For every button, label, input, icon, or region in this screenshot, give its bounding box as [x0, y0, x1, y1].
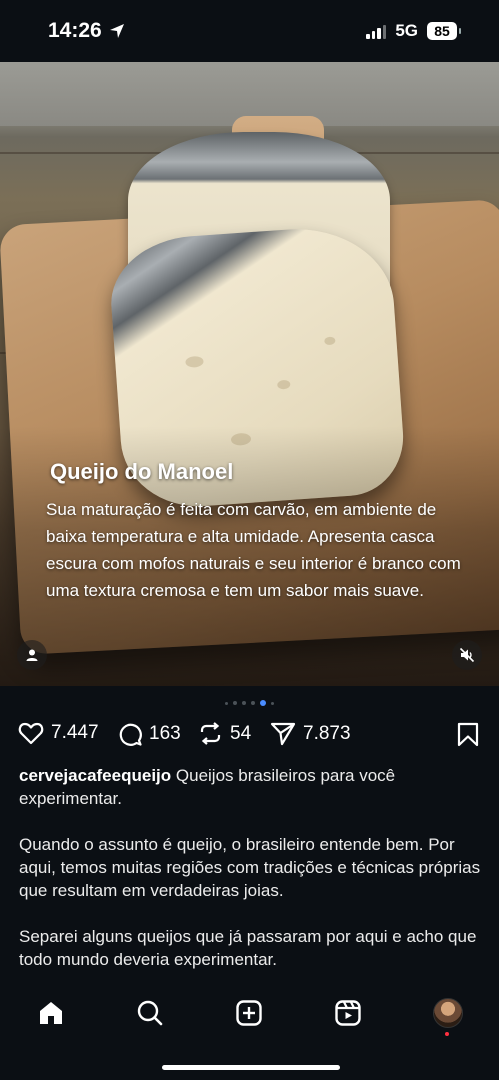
home-icon: [40, 1002, 62, 1024]
repost-button[interactable]: 54: [198, 721, 251, 746]
share-button[interactable]: 7.873: [270, 721, 351, 746]
carousel-indicator: [0, 700, 499, 706]
caption-body: Sua maturação é feita com carvão, em amb…: [46, 500, 461, 600]
share-count: 7.873: [303, 722, 351, 744]
comment-count: 163: [149, 722, 181, 744]
carousel-dot-active: [260, 700, 266, 706]
like-count: 7.447: [51, 722, 99, 743]
description-paragraph-3: Separei alguns queijos que já passaram p…: [19, 927, 477, 969]
repost-count: 54: [230, 722, 252, 744]
nav-reels[interactable]: [332, 997, 364, 1029]
mute-button[interactable]: [452, 640, 482, 670]
carousel-dot: [251, 701, 255, 705]
battery-icon: 85: [427, 22, 461, 40]
status-time-group: 14:26: [48, 19, 125, 43]
carousel-dot: [233, 701, 237, 705]
nav-home[interactable]: [35, 997, 67, 1029]
send-icon: [270, 722, 296, 746]
bookmark-icon: [457, 722, 479, 747]
home-indicator[interactable]: [162, 1065, 340, 1070]
status-right: 5G 85: [366, 21, 461, 41]
caption-title: Queijo do Manoel: [50, 459, 234, 484]
nav-profile[interactable]: [432, 997, 464, 1036]
search-icon: [137, 1000, 163, 1026]
post-description: cervejacafeequeijo Queijos brasileiros p…: [19, 764, 484, 994]
heart-icon: [18, 722, 44, 745]
carousel-dot: [242, 701, 246, 705]
person-icon: [26, 649, 38, 661]
notification-dot: [445, 1032, 449, 1036]
like-button[interactable]: 7.447: [18, 721, 99, 745]
location-arrow-icon: [109, 24, 124, 38]
status-bar: 14:26 5G 85: [0, 0, 499, 62]
status-time: 14:26: [48, 19, 102, 42]
tagged-people-button[interactable]: [17, 640, 47, 670]
battery-level: 85: [427, 22, 457, 40]
speaker-muted-icon: [459, 647, 475, 663]
description-paragraph-2: Quando o assunto é queijo, o brasileiro …: [19, 835, 481, 900]
post-image[interactable]: Queijo do Manoel Sua maturação é feita c…: [0, 62, 499, 686]
network-label: 5G: [395, 21, 418, 40]
comment-button[interactable]: 163: [117, 721, 181, 746]
nav-create[interactable]: [233, 997, 265, 1029]
comment-icon: [119, 723, 142, 746]
post-username[interactable]: cervejacafeequeijo: [19, 766, 171, 785]
profile-avatar: [433, 998, 463, 1028]
carousel-dot: [225, 701, 228, 705]
carousel-dot: [271, 701, 274, 705]
create-icon: [236, 1000, 262, 1026]
reels-icon: [335, 1000, 361, 1026]
signal-icon: [366, 24, 387, 39]
post-actions: 7.447 163 54 7.873: [0, 719, 499, 751]
repost-icon: [200, 722, 221, 745]
description-first-paragraph: cervejacafeequeijo Queijos brasileiros p…: [19, 764, 484, 810]
nav-search[interactable]: [134, 997, 166, 1029]
save-button[interactable]: [457, 722, 479, 747]
